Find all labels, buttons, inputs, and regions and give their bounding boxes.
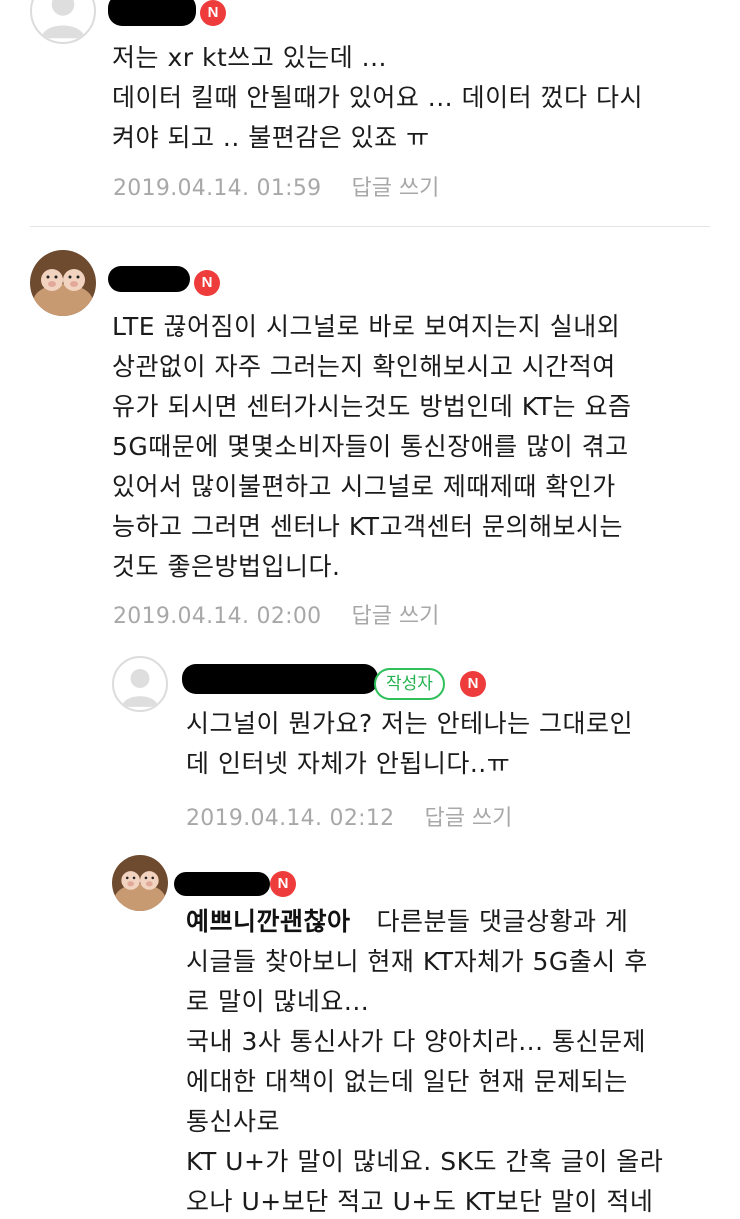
redacted-nickname: [108, 0, 196, 26]
mention-link[interactable]: 예쁘니깐괜찮아: [186, 907, 351, 936]
comment-line: 데 인터넷 자체가 안됩니다..ㅠ: [186, 749, 511, 778]
new-badge: N: [194, 270, 220, 296]
comment-line: 저는 xr kt쓰고 있는데 ...: [112, 43, 387, 72]
comment-line: 국내 3사 통신사가 다 양아치라... 통신문제: [186, 1027, 646, 1056]
reply-button[interactable]: 답글 쓰기: [424, 806, 512, 831]
comment-line: LTE 끊어짐이 시그널로 바로 보여지는지 실내외: [112, 312, 621, 341]
default-avatar-icon[interactable]: [30, 0, 96, 44]
divider: [30, 226, 710, 227]
comment-line: 것도 좋은방법입니다.: [112, 552, 341, 581]
comment-line: 5G때문에 몇몇소비자들이 통신장애를 많이 겪고: [112, 432, 629, 461]
comment-line: 켜야 되고 .. 불편감은 있죠 ㅠ: [112, 123, 430, 152]
comment-meta: 2019.04.14. 01:59 답글 쓰기: [113, 170, 439, 202]
comment-line: 로 말이 많네요...: [186, 987, 370, 1016]
comment-text: LTE 끊어짐이 시그널로 바로 보여지는지 실내외 상관없이 자주 그러는지 …: [112, 307, 631, 587]
comment-line: 통신사로: [186, 1107, 281, 1136]
new-badge: N: [200, 0, 226, 26]
comment-text: 예쁘니깐괜찮아 다른분들 댓글상황과 게 시글들 찾아보니 현재 KT자체가 5G…: [186, 902, 663, 1219]
comment-date: 2019.04.14. 02:00: [113, 604, 322, 629]
redacted-nickname: [174, 872, 270, 896]
comment-text: 저는 xr kt쓰고 있는데 ... 데이터 킬때 안될때가 있어요 ... 데…: [112, 38, 643, 158]
comment-line: 능하고 그러면 센터나 KT고객센터 문의해보시는: [112, 512, 624, 541]
author-badge: 작성자: [374, 668, 445, 700]
pig-avatar-icon[interactable]: [30, 250, 96, 316]
comment-line: 데이터 킬때 안될때가 있어요 ... 데이터 껐다 다시: [112, 83, 643, 112]
new-badge: N: [270, 871, 296, 897]
comment-line: 오나 U+보단 적고 U+도 KT보단 말이 적네: [186, 1187, 654, 1216]
comment-meta: 2019.04.14. 02:12 답글 쓰기: [186, 800, 512, 832]
comment-line: 예쁘니깐괜찮아 다른분들 댓글상황과 게: [186, 902, 663, 942]
default-avatar-icon[interactable]: [112, 656, 168, 712]
reply-button[interactable]: 답글 쓰기: [351, 604, 439, 629]
comment-line-text: 다른분들 댓글상황과 게: [376, 907, 629, 936]
comment-date: 2019.04.14. 02:12: [186, 806, 395, 831]
redacted-nickname: [182, 664, 378, 694]
comment-line: 시글들 찾아보니 현재 KT자체가 5G출시 후: [186, 947, 648, 976]
comment-line: 에대한 대책이 없는데 일단 현재 문제되는: [186, 1067, 628, 1096]
comment-line: KT U+가 말이 많네요. SK도 간혹 글이 올라: [186, 1147, 664, 1176]
comment-text: 시그널이 뭔가요? 저는 안테나는 그대로인 데 인터넷 자체가 안됩니다..ㅠ: [186, 704, 633, 784]
comment-date: 2019.04.14. 01:59: [113, 176, 322, 201]
redacted-nickname: [108, 266, 190, 292]
comment-1: N 저는 xr kt쓰고 있는데 ... 데이터 킬때 안될때가 있어요 ...…: [0, 0, 740, 225]
comment-line: 상관없이 자주 그러는지 확인해보시고 시간적여: [112, 352, 616, 381]
comment-meta: 2019.04.14. 02:00 답글 쓰기: [113, 598, 439, 630]
comment-line: 시그널이 뭔가요? 저는 안테나는 그대로인: [186, 709, 634, 738]
comment-line: 있어서 많이불편하고 시그널로 제때제때 확인가: [112, 472, 616, 501]
pig-avatar-icon[interactable]: [112, 855, 168, 911]
reply-button[interactable]: 답글 쓰기: [351, 176, 439, 201]
new-badge: N: [460, 671, 486, 697]
comment-line: 유가 되시면 센터가시는것도 방법인데 KT는 요즘: [112, 392, 632, 421]
